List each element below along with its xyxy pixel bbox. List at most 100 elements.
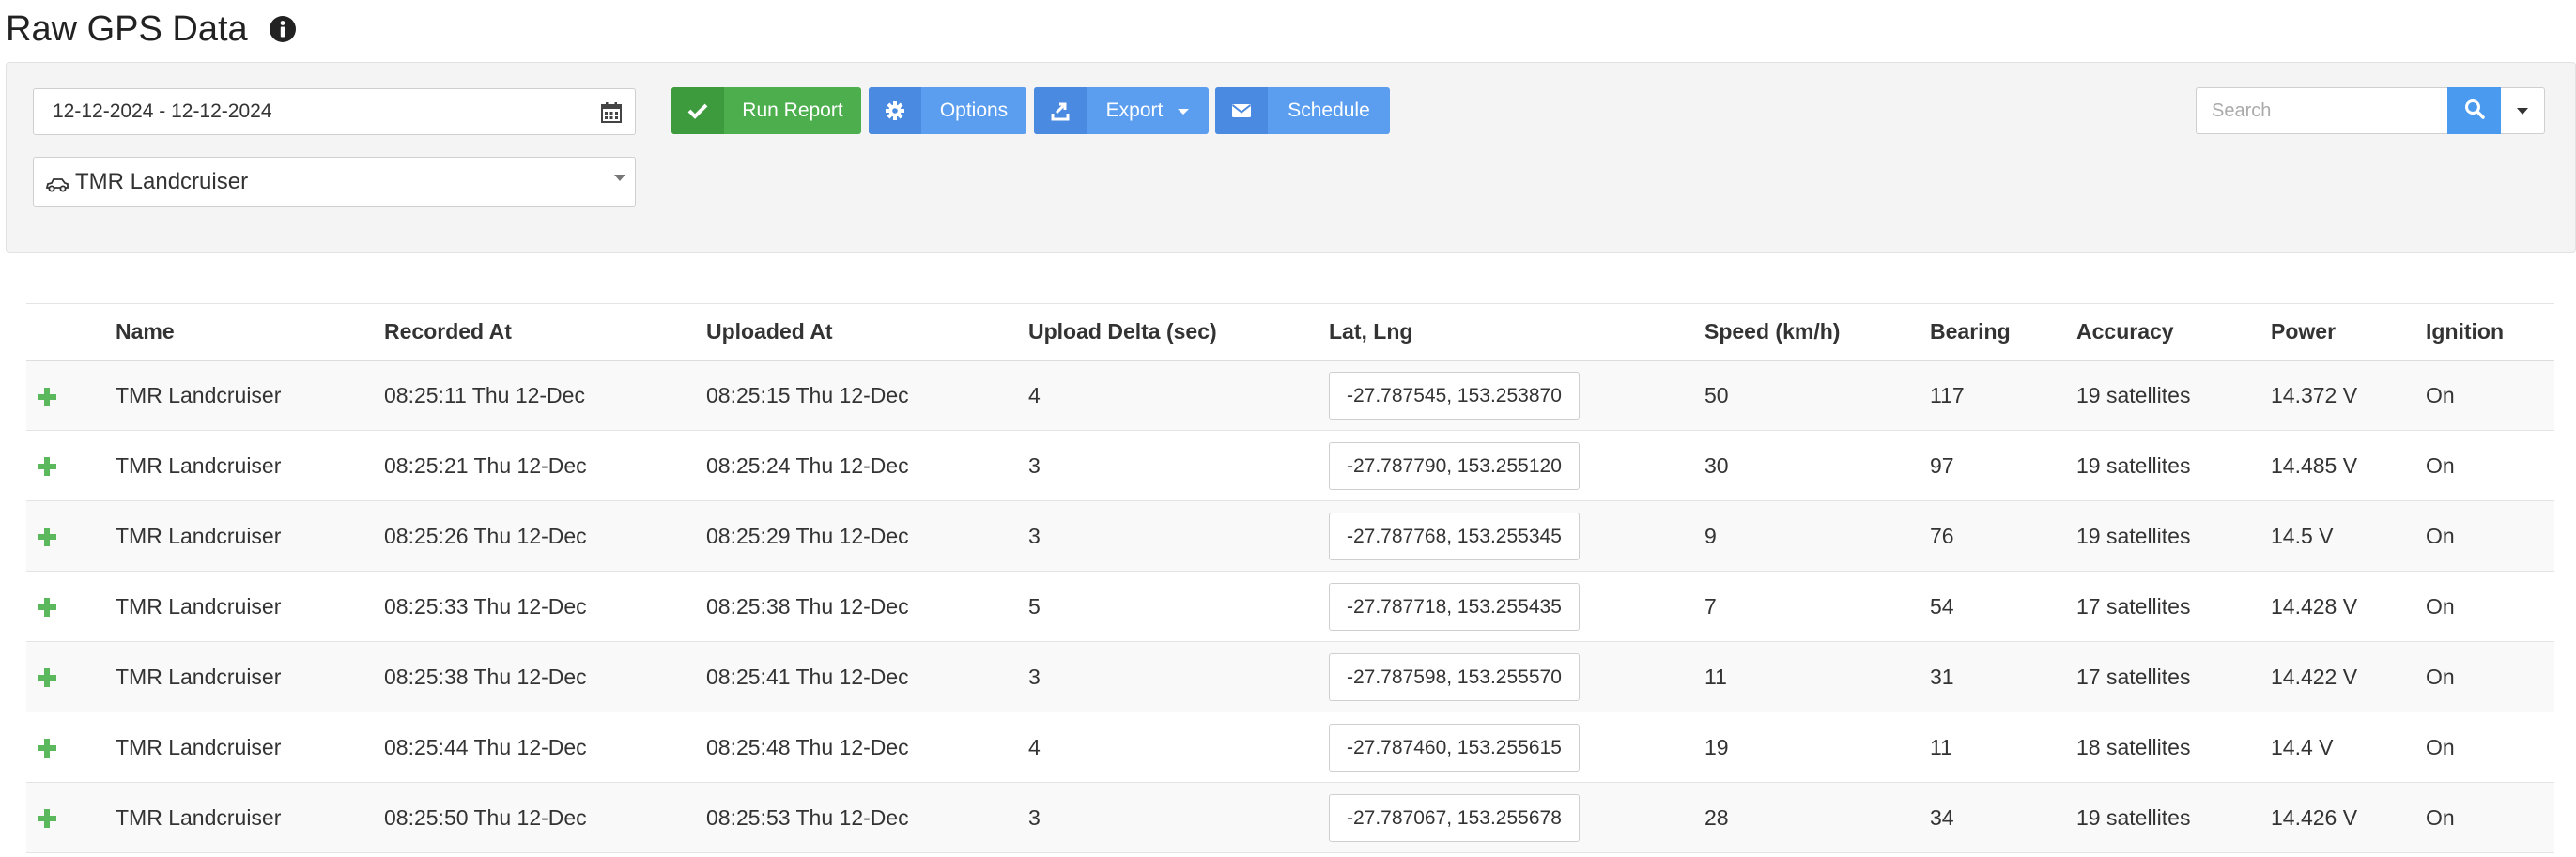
export-label: Export xyxy=(1105,99,1164,121)
cell-name: TMR Landcruiser xyxy=(116,360,384,431)
latlng-field[interactable]: -27.787768, 153.255345 xyxy=(1329,512,1580,560)
col-header-power[interactable]: Power xyxy=(2271,303,2426,361)
latlng-field[interactable]: -27.787067, 153.255678 xyxy=(1329,793,1580,842)
page-title: Raw GPS Data xyxy=(6,8,248,49)
cell-accuracy: 18 satellites xyxy=(2076,712,2271,783)
cell-name: TMR Landcruiser xyxy=(116,500,384,572)
cell-speed: 9 xyxy=(1704,500,1930,572)
envelope-icon xyxy=(1215,87,1268,134)
cell-bearing: 117 xyxy=(1930,360,2076,431)
col-header-upload-delta[interactable]: Upload Delta (sec) xyxy=(1028,303,1329,361)
cell-uploaded-at: 08:25:15 Thu 12-Dec xyxy=(706,360,1028,431)
cell-ignition: On xyxy=(2426,641,2554,712)
col-header-bearing[interactable]: Bearing xyxy=(1930,303,2076,361)
cell-recorded-at: 08:25:21 Thu 12-Dec xyxy=(384,430,706,501)
cell-speed: 30 xyxy=(1704,430,1930,501)
cell-upload-delta: 4 xyxy=(1028,712,1329,783)
vehicle-select-value: TMR Landcruiser xyxy=(75,168,249,194)
search-icon xyxy=(2464,99,2485,124)
cell-bearing: 76 xyxy=(1930,500,2076,572)
latlng-field[interactable]: -27.787790, 153.255120 xyxy=(1329,441,1580,490)
expand-plus-icon[interactable] xyxy=(38,457,56,477)
col-header-recorded-at[interactable]: Recorded At xyxy=(384,303,706,361)
table-row: TMR Landcruiser 08:25:44 Thu 12-Dec 08:2… xyxy=(26,712,2554,783)
cell-name: TMR Landcruiser xyxy=(116,641,384,712)
latlng-field[interactable]: -27.787598, 153.255570 xyxy=(1329,652,1580,701)
chevron-down-icon xyxy=(614,175,625,181)
table-row: TMR Landcruiser 08:25:26 Thu 12-Dec 08:2… xyxy=(26,500,2554,572)
cell-name: TMR Landcruiser xyxy=(116,571,384,642)
cell-bearing: 54 xyxy=(1930,571,2076,642)
cell-uploaded-at: 08:25:24 Thu 12-Dec xyxy=(706,430,1028,501)
table-row: TMR Landcruiser 08:25:11 Thu 12-Dec 08:2… xyxy=(26,360,2554,431)
cell-power: 14.422 V xyxy=(2271,641,2426,712)
expand-plus-icon[interactable] xyxy=(38,598,56,618)
cell-uploaded-at: 08:25:41 Thu 12-Dec xyxy=(706,641,1028,712)
title-bar: Raw GPS Data xyxy=(6,6,297,53)
cell-upload-delta: 4 xyxy=(1028,360,1329,431)
run-report-button[interactable]: Run Report xyxy=(671,87,861,134)
cell-recorded-at: 08:25:50 Thu 12-Dec xyxy=(384,782,706,853)
cell-accuracy: 19 satellites xyxy=(2076,430,2271,501)
cell-recorded-at: 08:25:44 Thu 12-Dec xyxy=(384,712,706,783)
vehicle-select[interactable]: TMR Landcruiser xyxy=(33,157,636,207)
schedule-button[interactable]: Schedule xyxy=(1215,87,1390,134)
options-label: Options xyxy=(939,99,1009,121)
search-options-dropdown[interactable] xyxy=(2501,87,2545,134)
latlng-field[interactable]: -27.787718, 153.255435 xyxy=(1329,582,1580,631)
col-header-ignition[interactable]: Ignition xyxy=(2426,303,2554,361)
col-header-lat-lng[interactable]: Lat, Lng xyxy=(1329,303,1704,361)
table-row: TMR Landcruiser 08:25:38 Thu 12-Dec 08:2… xyxy=(26,641,2554,712)
search-button[interactable] xyxy=(2447,87,2501,134)
cell-bearing: 31 xyxy=(1930,641,2076,712)
cell-speed: 50 xyxy=(1704,360,1930,431)
cell-bearing: 97 xyxy=(1930,430,2076,501)
cell-ignition: On xyxy=(2426,360,2554,431)
col-header-uploaded-at[interactable]: Uploaded At xyxy=(706,303,1028,361)
cell-power: 14.5 V xyxy=(2271,500,2426,572)
col-header-expand xyxy=(26,303,116,361)
cell-power: 14.485 V xyxy=(2271,430,2426,501)
info-circle-icon[interactable] xyxy=(269,15,297,43)
cell-accuracy: 19 satellites xyxy=(2076,500,2271,572)
latlng-field[interactable]: -27.787545, 153.253870 xyxy=(1329,371,1580,420)
col-header-name[interactable]: Name xyxy=(116,303,384,361)
cell-accuracy: 19 satellites xyxy=(2076,360,2271,431)
gear-icon xyxy=(869,87,921,134)
expand-plus-icon[interactable] xyxy=(38,528,56,547)
cell-speed: 7 xyxy=(1704,571,1930,642)
cell-recorded-at: 08:25:33 Thu 12-Dec xyxy=(384,571,706,642)
expand-plus-icon[interactable] xyxy=(38,809,56,829)
cell-ignition: On xyxy=(2426,571,2554,642)
check-icon xyxy=(671,87,724,134)
expand-plus-icon[interactable] xyxy=(38,739,56,758)
expand-plus-icon[interactable] xyxy=(38,668,56,688)
date-range-input[interactable]: 12-12-2024 - 12-12-2024 xyxy=(33,88,636,135)
cell-upload-delta: 3 xyxy=(1028,430,1329,501)
expand-plus-icon[interactable] xyxy=(38,387,56,406)
chevron-down-icon xyxy=(1178,109,1190,115)
export-icon xyxy=(1034,87,1087,134)
export-label-wrap: Export xyxy=(1087,87,1209,134)
cell-recorded-at: 08:25:38 Thu 12-Dec xyxy=(384,641,706,712)
latlng-field[interactable]: -27.787460, 153.255615 xyxy=(1329,723,1580,772)
table-row: TMR Landcruiser 08:25:33 Thu 12-Dec 08:2… xyxy=(26,571,2554,642)
cell-upload-delta: 3 xyxy=(1028,500,1329,572)
cell-ignition: On xyxy=(2426,782,2554,853)
search-input[interactable] xyxy=(2196,87,2447,134)
col-header-speed[interactable]: Speed (km/h) xyxy=(1704,303,1930,361)
cell-speed: 28 xyxy=(1704,782,1930,853)
cell-name: TMR Landcruiser xyxy=(116,430,384,501)
cell-power: 14.372 V xyxy=(2271,360,2426,431)
cell-uploaded-at: 08:25:53 Thu 12-Dec xyxy=(706,782,1028,853)
cell-uploaded-at: 08:25:38 Thu 12-Dec xyxy=(706,571,1028,642)
export-button[interactable]: Export xyxy=(1034,87,1209,134)
cell-bearing: 34 xyxy=(1930,782,2076,853)
options-button[interactable]: Options xyxy=(869,87,1026,134)
cell-upload-delta: 5 xyxy=(1028,571,1329,642)
run-report-label: Run Report xyxy=(742,99,843,121)
cell-uploaded-at: 08:25:29 Thu 12-Dec xyxy=(706,500,1028,572)
col-header-accuracy[interactable]: Accuracy xyxy=(2076,303,2271,361)
calendar-icon[interactable] xyxy=(599,100,624,125)
date-range-value: 12-12-2024 - 12-12-2024 xyxy=(53,100,272,122)
